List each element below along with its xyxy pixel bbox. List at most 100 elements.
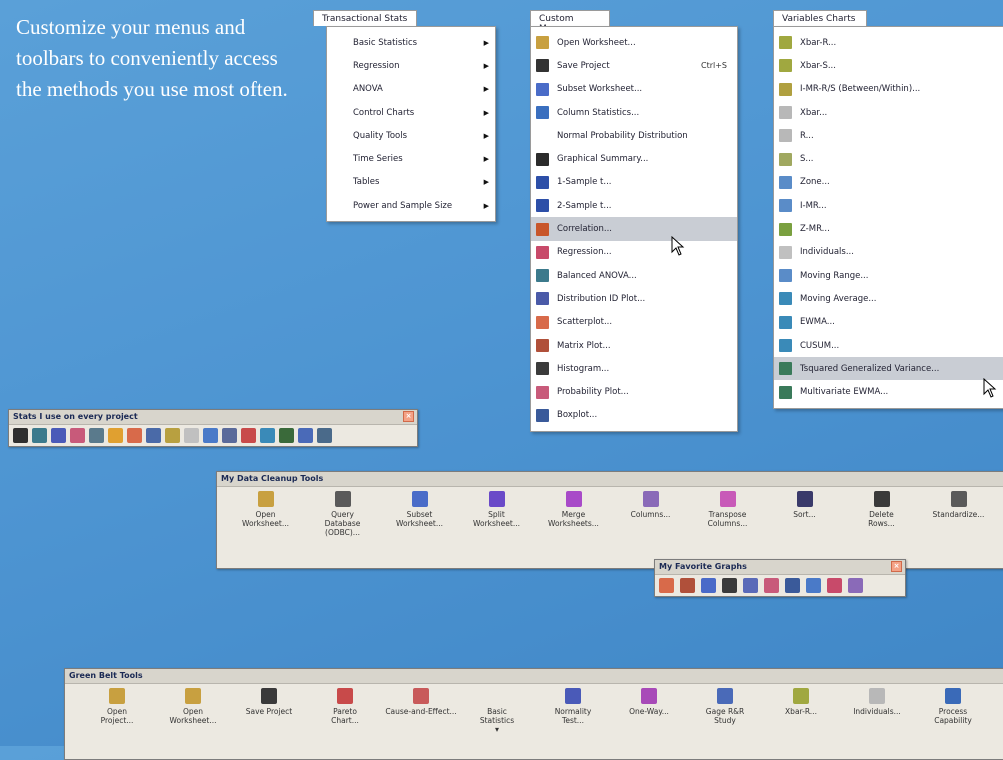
- menu-item-label: Quality Tools: [353, 130, 408, 141]
- menu-item-distribution-id-plot[interactable]: Distribution ID Plot...: [531, 287, 737, 310]
- menu-item-ewma[interactable]: EWMA...: [774, 311, 1003, 334]
- menu-item-xbar-r[interactable]: Xbar-R...: [774, 31, 1003, 54]
- toolbar-button-columns[interactable]: Columns...: [612, 487, 689, 537]
- menu-item-power-and-sample-size[interactable]: Power and Sample Size ▶: [327, 194, 495, 217]
- graphical-summary-icon[interactable]: [13, 428, 28, 443]
- menu-item-graphical-summary[interactable]: Graphical Summary...: [531, 147, 737, 170]
- gage-icon[interactable]: [298, 428, 313, 443]
- menu-item-s[interactable]: S...: [774, 147, 1003, 170]
- menu-item-moving-range[interactable]: Moving Range...: [774, 264, 1003, 287]
- toolbar-button-label: Xbar-R...: [785, 707, 817, 716]
- toolbar-button-cause-and-effect[interactable]: Cause-and-Effect...: [383, 684, 459, 734]
- anova-icon[interactable]: [32, 428, 47, 443]
- toolbar-button-normality-test[interactable]: Normality Test...: [535, 684, 611, 734]
- menu-item-quality-tools[interactable]: Quality Tools ▶: [327, 124, 495, 147]
- menu-item-tsquared-generalized-variance[interactable]: Tsquared Generalized Variance...: [774, 357, 1003, 381]
- menu-item-column-statistics[interactable]: Column Statistics...: [531, 101, 737, 124]
- menu-item-i-mr-r-s-between-within[interactable]: I-MR-R/S (Between/Within)...: [774, 78, 1003, 101]
- toolbar-button-standardize[interactable]: Standardize...: [920, 487, 997, 537]
- delete-rows-icon: [873, 491, 890, 507]
- menu-item-scatterplot[interactable]: Scatterplot...: [531, 311, 737, 334]
- menu-item-z-mr[interactable]: Z-MR...: [774, 217, 1003, 240]
- menu-item-label: Time Series: [353, 154, 403, 165]
- bar-chart-icon[interactable]: [279, 428, 294, 443]
- histogram-icon[interactable]: [722, 578, 737, 593]
- toolbar-button-sort[interactable]: Sort...: [766, 487, 843, 537]
- toolbar-button-delete-rows[interactable]: Delete Rows...: [843, 487, 920, 537]
- matrix-plot-icon[interactable]: [680, 578, 695, 593]
- menu-item-control-charts[interactable]: Control Charts ▶: [327, 101, 495, 124]
- run-chart-icon[interactable]: [184, 428, 199, 443]
- menu-item-histogram[interactable]: Histogram...: [531, 357, 737, 380]
- normality-icon[interactable]: [51, 428, 66, 443]
- menu-item-time-series[interactable]: Time Series ▶: [327, 147, 495, 170]
- menu-item-basic-statistics[interactable]: Basic Statistics ▶: [327, 31, 495, 54]
- toolbar-button-basic-statistics[interactable]: Basic Statistics ▾: [459, 684, 535, 734]
- menu-item-probability-plot[interactable]: Probability Plot...: [531, 380, 737, 403]
- toolbar-button-pareto-chart[interactable]: Pareto Chart...: [307, 684, 383, 734]
- capability-icon[interactable]: [260, 428, 275, 443]
- box-chart-icon[interactable]: [146, 428, 161, 443]
- menu-item-anova[interactable]: ANOVA ▶: [327, 78, 495, 101]
- menu-item-multivariate-ewma[interactable]: Multivariate EWMA...: [774, 380, 1003, 403]
- close-icon[interactable]: ×: [891, 561, 902, 572]
- toolbar-button-process-capability[interactable]: Process Capability: [915, 684, 991, 734]
- dotplot-icon[interactable]: [743, 578, 758, 593]
- menu-title-variables-charts[interactable]: Variables Charts: [773, 10, 867, 26]
- toolbar-button-query-database-odbc[interactable]: Query Database (ODBC)...: [304, 487, 381, 537]
- toolbar-button-open-project[interactable]: Open Project...: [79, 684, 155, 734]
- menu-item-boxplot[interactable]: Boxplot...: [531, 404, 737, 427]
- menu-item-r[interactable]: R...: [774, 124, 1003, 147]
- menu-item-matrix-plot[interactable]: Matrix Plot...: [531, 334, 737, 357]
- close-x-icon[interactable]: [317, 428, 332, 443]
- menu-item-xbar-s[interactable]: Xbar-S...: [774, 54, 1003, 77]
- cause-effect-icon[interactable]: [222, 428, 237, 443]
- scatterplot-icon[interactable]: [659, 578, 674, 593]
- toolbar-button-open-worksheet[interactable]: Open Worksheet...: [227, 487, 304, 537]
- menu-item-normal-probability-distribution[interactable]: Normal Probability Distribution: [531, 124, 737, 147]
- menu-item-xbar[interactable]: Xbar...: [774, 101, 1003, 124]
- interval-plot-icon[interactable]: [806, 578, 821, 593]
- toolbar-button-subset-worksheet[interactable]: Subset Worksheet...: [381, 487, 458, 537]
- line-plot-icon[interactable]: [848, 578, 863, 593]
- menu-title-custom-menu[interactable]: Custom Menu: [530, 10, 610, 34]
- menu-item-subset-worksheet[interactable]: Subset Worksheet...: [531, 78, 737, 101]
- menu-item-regression[interactable]: Regression...: [531, 241, 737, 264]
- toolbar-button-split-worksheet[interactable]: Split Worksheet...: [458, 487, 535, 537]
- menu-title-transactional-stats[interactable]: Transactional Stats: [313, 10, 417, 26]
- scatter-icon[interactable]: [203, 428, 218, 443]
- menu-item-cusum[interactable]: CUSUM...: [774, 334, 1003, 357]
- close-icon[interactable]: ×: [403, 411, 414, 422]
- menu-item-open-worksheet[interactable]: Open Worksheet...: [531, 31, 737, 54]
- menu-item-correlation[interactable]: Correlation...: [531, 217, 737, 241]
- toolbar-button-gage-r-r-study[interactable]: Gage R&R Study: [687, 684, 763, 734]
- toolbar-button-open-worksheet[interactable]: Open Worksheet...: [155, 684, 231, 734]
- menu-item-1-sample-t[interactable]: 1-Sample t...: [531, 171, 737, 194]
- toolbar-button-transpose-columns[interactable]: Transpose Columns...: [689, 487, 766, 537]
- menu-item-regression[interactable]: Regression ▶: [327, 54, 495, 77]
- menu-item-label: Moving Average...: [800, 293, 877, 304]
- balanced-anova-icon[interactable]: [89, 428, 104, 443]
- marginal-plot-icon[interactable]: [701, 578, 716, 593]
- boxplot-icon[interactable]: [785, 578, 800, 593]
- menu-item-save-project[interactable]: Save Project Ctrl+S: [531, 54, 737, 77]
- toolbar-button-merge-worksheets[interactable]: Merge Worksheets...: [535, 487, 612, 537]
- menu-item-moving-average[interactable]: Moving Average...: [774, 287, 1003, 310]
- probability-plot-icon[interactable]: [70, 428, 85, 443]
- menu-item-tables[interactable]: Tables ▶: [327, 171, 495, 194]
- menu-item-balanced-anova[interactable]: Balanced ANOVA...: [531, 264, 737, 287]
- pareto-icon[interactable]: [241, 428, 256, 443]
- menu-item-zone[interactable]: Zone...: [774, 171, 1003, 194]
- toolbar-button-one-way[interactable]: One-Way...: [611, 684, 687, 734]
- individual-value-icon[interactable]: [827, 578, 842, 593]
- menu-item-individuals[interactable]: Individuals...: [774, 241, 1003, 264]
- toolbar-button-save-project[interactable]: Save Project: [231, 684, 307, 734]
- menu-item-i-mr[interactable]: I-MR...: [774, 194, 1003, 217]
- toolbar-button-xbar-r[interactable]: Xbar-R...: [763, 684, 839, 734]
- individual-value-icon[interactable]: [108, 428, 123, 443]
- probability-plot-icon[interactable]: [764, 578, 779, 593]
- matrix-plot-icon[interactable]: [127, 428, 142, 443]
- menu-item-2-sample-t[interactable]: 2-Sample t...: [531, 194, 737, 217]
- toolbar-button-individuals[interactable]: Individuals...: [839, 684, 915, 734]
- xbar-icon[interactable]: [165, 428, 180, 443]
